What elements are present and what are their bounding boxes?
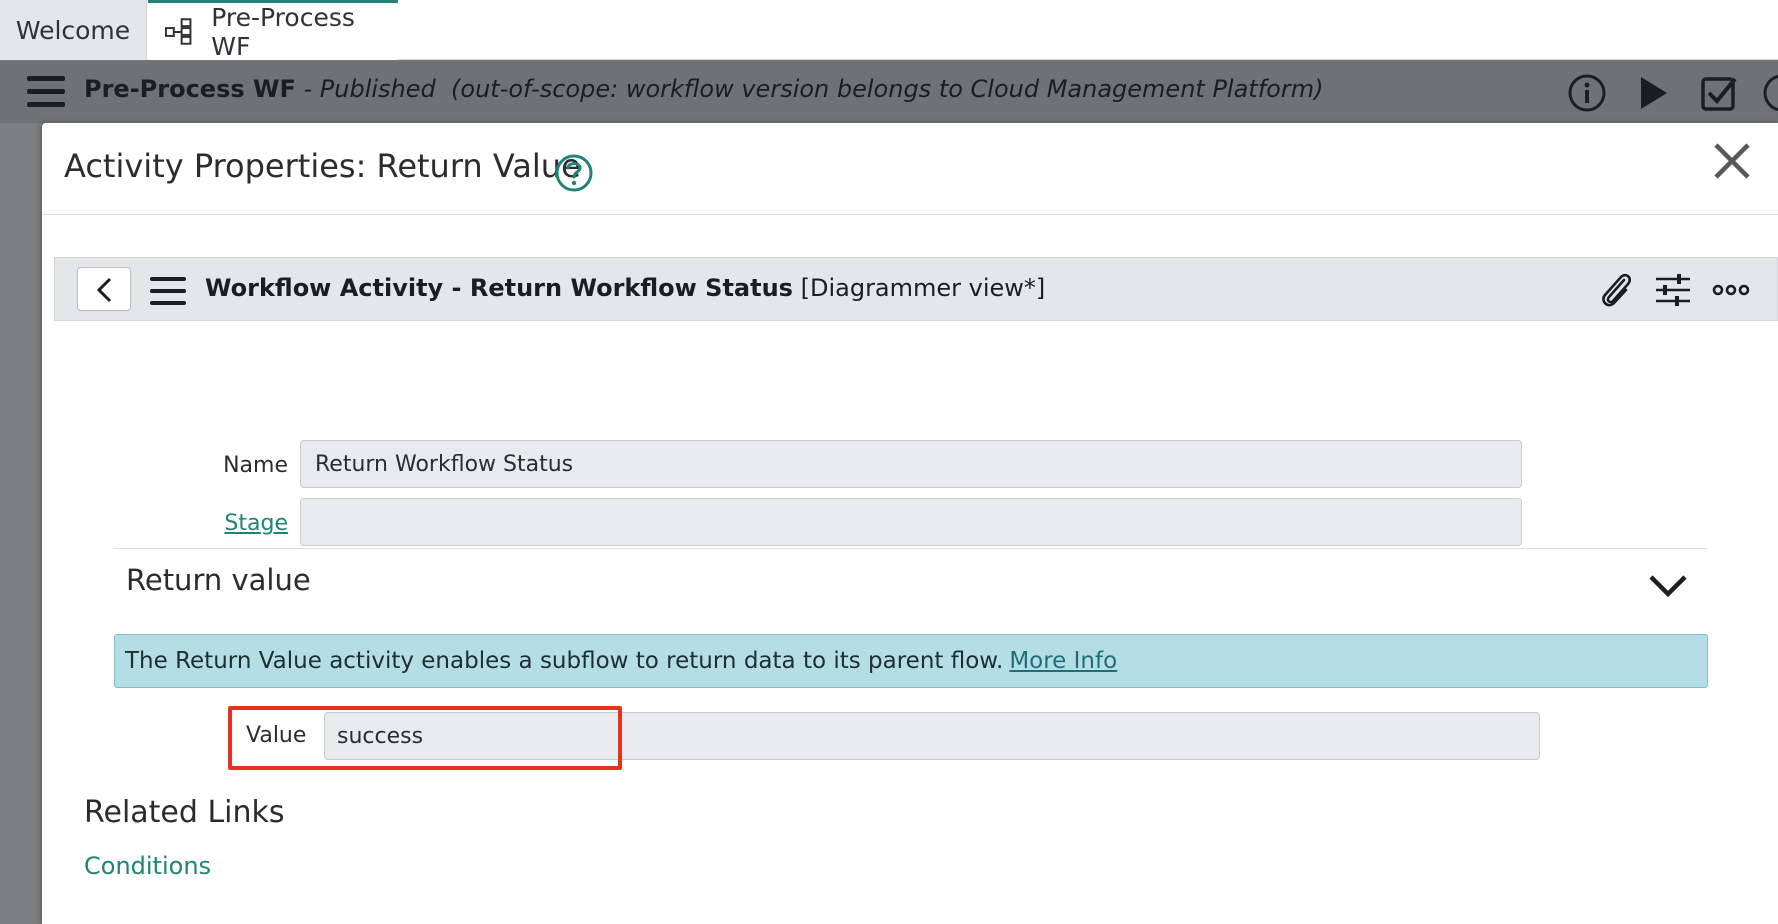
close-icon[interactable]	[1710, 139, 1754, 183]
tab-pre-process-wf[interactable]: Pre-Process WF	[148, 0, 398, 61]
workflow-title: Pre-Process WF - Published (out-of-scope…	[84, 75, 1323, 103]
workflow-canvas-edge	[0, 123, 42, 924]
return-value-section-title: Return value	[126, 563, 311, 597]
info-message: The Return Value activity enables a subf…	[114, 634, 1708, 688]
tab-strip: Welcome Pre-Process WF	[0, 0, 1778, 61]
menu-icon[interactable]	[27, 76, 65, 108]
ellipsis-icon[interactable]	[1711, 270, 1751, 310]
tab-welcome[interactable]: Welcome	[0, 0, 147, 60]
related-links-title: Related Links	[84, 795, 285, 830]
back-button[interactable]	[77, 267, 131, 311]
modal-title: Activity Properties: Return Value	[64, 147, 581, 185]
paperclip-icon[interactable]	[1595, 270, 1635, 310]
form-title-view: [Diagrammer view*]	[800, 274, 1046, 302]
chevron-down-icon[interactable]	[1646, 569, 1690, 601]
activity-properties-modal: Activity Properties: Return Value Workfl…	[42, 123, 1778, 924]
info-icon[interactable]	[1567, 73, 1607, 113]
sliders-icon[interactable]	[1653, 270, 1693, 310]
workflow-header-bar: Pre-Process WF - Published (out-of-scope…	[0, 61, 1778, 123]
tab-pre-process-wf-label: Pre-Process WF	[211, 2, 355, 61]
back-icon	[96, 277, 112, 303]
workflow-separator: -	[295, 75, 320, 103]
name-label: Name	[223, 453, 288, 478]
info-message-text: The Return Value activity enables a subf…	[125, 648, 1004, 674]
workflow-icon	[164, 17, 192, 45]
form-title-record: Workflow Activity - Return Workflow Stat…	[205, 274, 793, 302]
highlight-box	[228, 706, 622, 770]
more-info-link[interactable]: More Info	[1009, 648, 1117, 674]
name-field-value: Return Workflow Status	[315, 451, 574, 477]
modal-header: Activity Properties: Return Value	[42, 123, 1778, 215]
workflow-scope-note: (out-of-scope: workflow version belongs …	[451, 75, 1324, 103]
workflow-name: Pre-Process WF	[84, 75, 296, 103]
conditions-link[interactable]: Conditions	[84, 852, 211, 880]
help-icon[interactable]	[554, 153, 594, 193]
workflow-state: Published	[319, 75, 436, 103]
more-icon[interactable]	[1762, 73, 1778, 113]
form-menu-icon[interactable]	[150, 277, 186, 305]
section-divider	[114, 548, 1708, 549]
form-header-bar: Workflow Activity - Return Workflow Stat…	[54, 257, 1778, 321]
stage-link[interactable]: Stage	[218, 511, 288, 536]
name-field[interactable]: Return Workflow Status	[300, 440, 1522, 488]
checkbox-icon[interactable]	[1699, 73, 1739, 113]
form-title: Workflow Activity - Return Workflow Stat…	[205, 274, 1045, 302]
tab-welcome-label: Welcome	[15, 15, 131, 45]
stage-field[interactable]	[300, 498, 1522, 546]
play-icon[interactable]	[1633, 73, 1673, 113]
